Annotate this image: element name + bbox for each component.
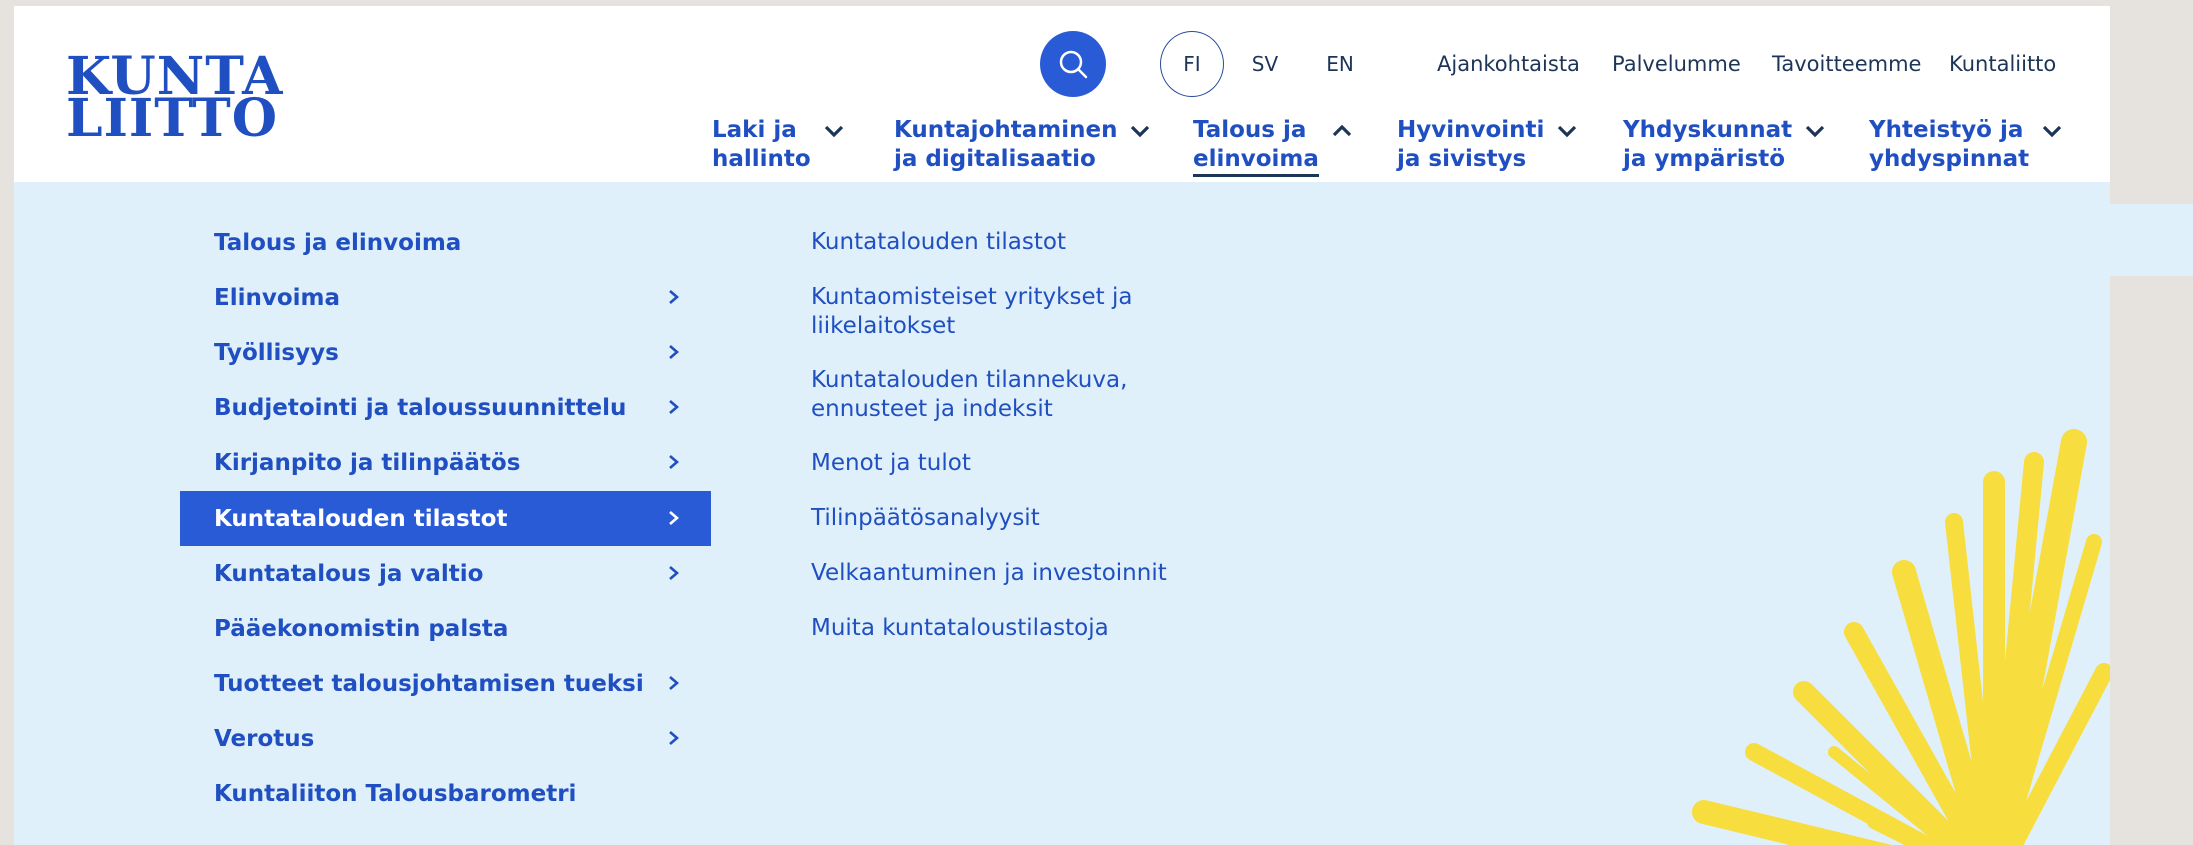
chevron-down-icon [1558, 125, 1577, 138]
submenu-label: Kirjanpito ja tilinpäätös [214, 449, 521, 476]
nav-label-line1: Hyvinvointi [1397, 117, 1545, 143]
subsubmenu-label-line1: Kuntatalouden tilastot [811, 229, 1066, 255]
submenu-label: Kuntatalouden tilastot [214, 505, 508, 532]
subsubmenu-label-line1: Tilinpäätösanalyysit [811, 505, 1040, 531]
chevron-right-icon [669, 455, 679, 469]
submenu-label: Budjetointi ja taloussuunnittelu [214, 394, 627, 421]
submenu-item-verotus[interactable]: Verotus [180, 711, 711, 766]
nav-label-line2: ja digitalisaatio [894, 146, 1096, 172]
submenu-label: Elinvoima [214, 284, 341, 311]
chevron-down-icon [1805, 125, 1825, 138]
submenu-item-tuotteet[interactable]: Tuotteet talousjohtamisen tueksi [180, 656, 711, 711]
utility-link-palvelumme[interactable]: Palvelumme [1612, 52, 1741, 76]
submenu-item-kuntatalouden-tilastot[interactable]: Kuntatalouden tilastot [180, 491, 711, 546]
subsubmenu-label-line1: Muita kuntataloustilastoja [811, 615, 1109, 641]
chevron-right-icon [669, 511, 679, 525]
subsubmenu-item-velkaantuminen[interactable]: Velkaantuminen ja investoinnit [811, 559, 1211, 588]
submenu-item-kirjanpito[interactable]: Kirjanpito ja tilinpäätös [180, 435, 711, 490]
subsubmenu-item-tilannekuva[interactable]: Kuntatalouden tilannekuva, ennusteet ja … [811, 366, 1211, 424]
chevron-down-icon [824, 125, 843, 138]
nav-item-kuntajohtaminen[interactable]: Kuntajohtaminen ja digitalisaatio [894, 116, 1151, 174]
chevron-down-icon [1131, 125, 1150, 138]
submenu-item-kuntatalous-ja-valtio[interactable]: Kuntatalous ja valtio [180, 546, 711, 601]
nav-item-hyvinvointi[interactable]: Hyvinvointi ja sivistys [1397, 116, 1578, 174]
chevron-right-icon [669, 290, 679, 304]
subsubmenu-label-line2: liikelaitokset [811, 313, 956, 339]
language-fi[interactable]: FI [1160, 31, 1224, 97]
subsubmenu-label-line2: ennusteet ja indeksit [811, 396, 1053, 422]
chevron-up-icon [1332, 124, 1352, 137]
submenu-label: Pääekonomistin palsta [214, 615, 509, 642]
chevron-down-icon [2042, 125, 2062, 138]
subsubmenu-label-line1: Kuntaomisteiset yritykset ja [811, 284, 1133, 310]
submenu-item-talousbarometri[interactable]: Kuntaliiton Talousbarometri [180, 766, 711, 821]
nav-item-yhdyskunnat[interactable]: Yhdyskunnat ja ympäristö [1623, 116, 1826, 174]
search-button[interactable] [1040, 31, 1106, 97]
chevron-right-icon [669, 345, 679, 359]
nav-label-line1: Yhteistyö ja [1869, 117, 2024, 143]
nav-label-line1: Yhdyskunnat [1623, 117, 1793, 143]
language-en[interactable]: EN [1316, 31, 1364, 97]
utility-link-kuntaliitto[interactable]: Kuntaliitto [1949, 52, 2056, 76]
language-sv[interactable]: SV [1240, 31, 1290, 97]
submenu-item-elinvoima[interactable]: Elinvoima [180, 270, 711, 325]
submenu-item-budjetointi[interactable]: Budjetointi ja taloussuunnittelu [180, 380, 711, 435]
nav-label-line2: hallinto [712, 146, 811, 172]
search-icon [1059, 50, 1088, 79]
submenu-item-paaekonomistin-palsta[interactable]: Pääekonomistin palsta [180, 601, 711, 656]
subsubmenu-label-line1: Velkaantuminen ja investoinnit [811, 560, 1167, 586]
nav-item-laki-ja-hallinto[interactable]: Laki ja hallinto [712, 116, 845, 174]
nav-item-yhteistyo[interactable]: Yhteistyö ja yhdyspinnat [1869, 116, 2063, 174]
subsubmenu-item-tilinpaatosanalyysit[interactable]: Tilinpäätösanalyysit [811, 504, 1211, 533]
nav-label-line2: yhdyspinnat [1869, 146, 2030, 172]
subsubmenu-item-menot-ja-tulot[interactable]: Menot ja tulot [811, 449, 1211, 478]
kuntaliitto-logo[interactable]: KUNTA LIITTO [66, 51, 283, 149]
subsubmenu-label-line1: Menot ja tulot [811, 450, 971, 476]
nav-label-line2: elinvoima [1193, 145, 1319, 177]
nav-label-line1: Kuntajohtaminen [894, 117, 1118, 143]
subsubmenu-item-kuntatalouden-tilastot[interactable]: Kuntatalouden tilastot [811, 228, 1211, 257]
utility-link-ajankohtaista[interactable]: Ajankohtaista [1437, 52, 1580, 76]
submenu-label: Tuotteet talousjohtamisen tueksi [214, 670, 644, 697]
submenu-label: Työllisyys [214, 339, 339, 366]
subsubmenu-item-kuntaomisteiset[interactable]: Kuntaomisteiset yritykset ja liikelaitok… [811, 283, 1211, 341]
chevron-right-icon [669, 400, 679, 414]
utility-link-tavoitteemme[interactable]: Tavoitteemme [1772, 52, 1921, 76]
sunburst-decoration [1692, 429, 2110, 845]
chevron-right-icon [669, 676, 679, 690]
subsubmenu-item-muita[interactable]: Muita kuntataloustilastoja [811, 614, 1211, 643]
subsubmenu-label-line1: Kuntatalouden tilannekuva, [811, 367, 1128, 393]
nav-label-line1: Talous ja [1193, 117, 1307, 143]
submenu-item-talous-ja-elinvoima[interactable]: Talous ja elinvoima [180, 215, 711, 270]
submenu-label: Verotus [214, 725, 315, 752]
chevron-right-icon [669, 731, 679, 745]
chevron-right-icon [669, 566, 679, 580]
nav-label-line1: Laki ja [712, 117, 797, 143]
nav-label-line2: ja sivistys [1397, 146, 1527, 172]
submenu-label: Talous ja elinvoima [214, 229, 462, 256]
submenu-label: Kuntatalous ja valtio [214, 560, 484, 587]
submenu-label: Kuntaliiton Talousbarometri [214, 780, 577, 807]
submenu-item-tyollisyys[interactable]: Työllisyys [180, 325, 711, 380]
nav-item-talous-ja-elinvoima[interactable]: Talous ja elinvoima [1193, 116, 1353, 177]
nav-label-line2: ja ympäristö [1623, 146, 1786, 172]
logo-line-2: LIITTO [66, 88, 279, 149]
